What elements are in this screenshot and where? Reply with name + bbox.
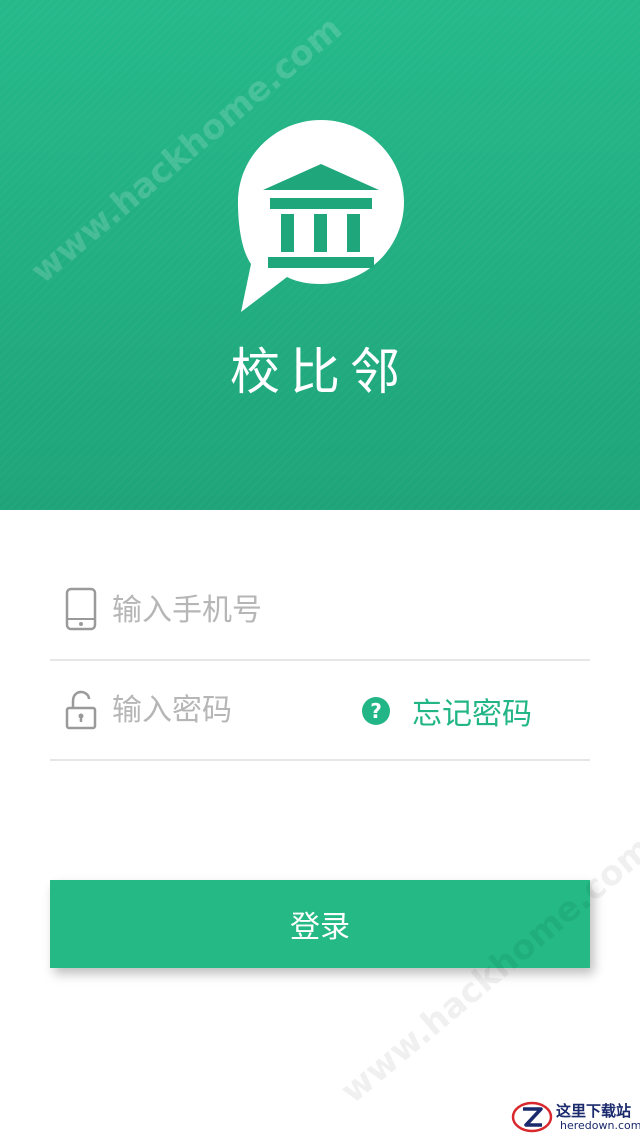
question-circle-icon: ? xyxy=(362,697,390,725)
forgot-password-link[interactable]: ? 忘记密码 xyxy=(362,689,532,733)
badge-title: 这里下载站 xyxy=(556,1102,632,1120)
badge-url: heredown.com xyxy=(560,1119,640,1132)
login-button[interactable]: 登录 xyxy=(50,880,590,968)
watermark: www.hackhome.com xyxy=(333,828,640,1112)
phone-field-row xyxy=(50,559,590,661)
app-header: 校比邻 www.hackhome.com xyxy=(0,0,640,510)
school-building-speech-bubble-icon xyxy=(238,120,404,312)
password-field-row: ? 忘记密码 xyxy=(50,659,590,761)
download-site-logo-icon xyxy=(511,1101,553,1133)
forgot-password-label: 忘记密码 xyxy=(412,697,532,732)
download-site-badge: 这里下载站 heredown.com xyxy=(506,1098,640,1136)
lock-icon xyxy=(65,690,97,730)
brand-name: 校比邻 xyxy=(230,343,410,401)
password-input[interactable] xyxy=(110,683,394,737)
phone-input[interactable] xyxy=(110,583,394,637)
phone-icon xyxy=(65,587,97,631)
